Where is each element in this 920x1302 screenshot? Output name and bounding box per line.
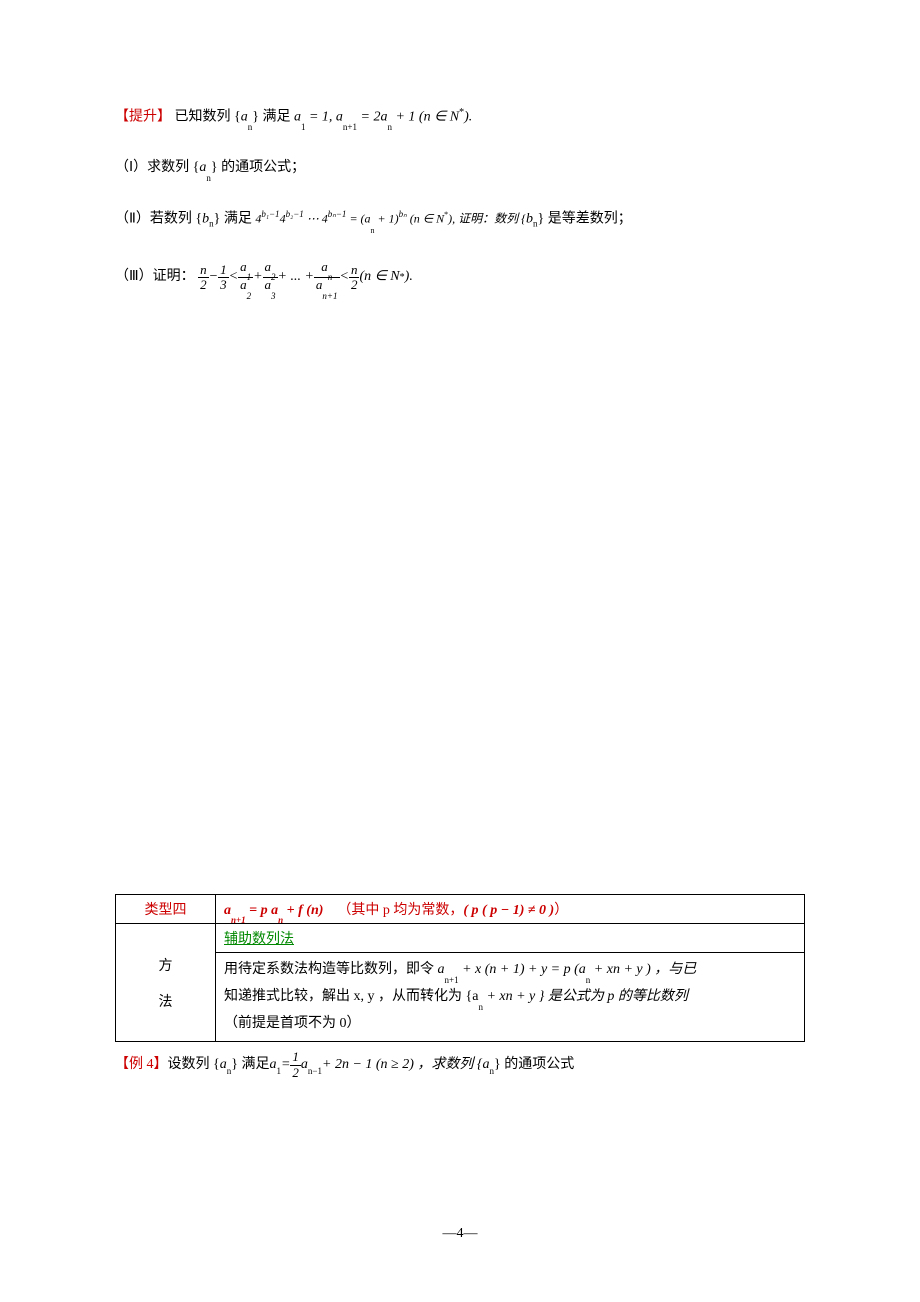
mb-t1: + x (n + 1) + y = p (a	[459, 962, 586, 977]
mb2: 知递推式比较，解出 x, y ，从而转化为 {a	[224, 989, 478, 1004]
mb2-t1: + xn + y } 是公式为 p 的等比数列	[483, 989, 688, 1004]
type-label: 类型四	[145, 903, 187, 918]
cond1-sub: 1	[301, 122, 306, 132]
var-a: a	[241, 110, 248, 125]
p1-sub: n	[206, 173, 211, 183]
type-table: 类型四 an+1 = p an + f (n) （其中 p 均为常数，( p (…	[115, 894, 805, 1043]
mb-s2: n	[586, 975, 591, 985]
formula-cell: an+1 = p an + f (n) （其中 p 均为常数，( p ( p −…	[216, 894, 805, 924]
ex4-a2: a	[301, 1054, 308, 1076]
mb3: （前提是首项不为 0）	[224, 1016, 361, 1031]
frac-anan1: anan+1	[314, 260, 340, 296]
p1-label: （Ⅰ）求数列 {	[115, 160, 199, 175]
intro-text: 已知数列 {	[175, 110, 241, 125]
method-body-cell: 用待定系数法构造等比数列，即令 an+1 + x (n + 1) + y = p…	[216, 953, 805, 1042]
cond2-eq: = 2	[357, 110, 380, 125]
ex4-frac: 12	[290, 1050, 301, 1080]
formula-note: （其中 p 均为常数，	[337, 903, 463, 918]
ex4-tail1: + 2n − 1 (n ≥ 2) ，求数列 {	[322, 1054, 483, 1076]
p3-tail: (n ∈ N	[359, 266, 399, 288]
p1-text: } 的通项公式；	[211, 160, 305, 175]
p2-label: （Ⅱ）若数列 {	[115, 212, 202, 227]
formula-cond: ( p ( p − 1) ≠ 0 )	[463, 903, 554, 918]
p2-e3: bₙ−1	[328, 209, 347, 219]
p2-var2: b	[526, 212, 533, 227]
ex4-s2: n	[490, 1064, 495, 1078]
problem-intro: 【提升】 已知数列 {an} 满足 a1 = 1, an+1 = 2an + 1…	[115, 105, 805, 129]
mb-t2: + xn + y ) ，与已	[590, 962, 696, 977]
part-2: （Ⅱ）若数列 {bn} 满足 4b₁−14b₂−1 ⋯ 4bₙ−1 = (an …	[115, 207, 805, 231]
ex4-label: 【例 4】	[115, 1054, 168, 1076]
part-3: （Ⅲ）证明： n2 − 13 < a1a2 + a2a3 + ... + ana…	[115, 260, 413, 296]
mb-s1: n+1	[445, 975, 459, 985]
p2-eq3: (n ∈ N	[407, 212, 444, 226]
p2-tail: } 是等差数列；	[537, 212, 631, 227]
lt1: <	[229, 266, 238, 288]
p2-e1: b₁−1	[261, 209, 279, 219]
p2-e4: bₙ	[399, 209, 407, 219]
frac-13: 13	[218, 263, 229, 293]
ex4-v2: a	[483, 1054, 490, 1076]
frac-a1a2: a1a2	[238, 260, 253, 296]
type-label-cell: 类型四	[116, 894, 216, 924]
ex4-a1s: 1	[276, 1064, 281, 1078]
p2-eq2: + 1)	[375, 212, 399, 226]
frac-n22: n2	[349, 263, 360, 293]
ex4-a1: a	[269, 1054, 276, 1076]
mb1: 用待定系数法构造等比数列，即令	[224, 962, 438, 977]
plus1: +	[253, 266, 262, 288]
p2-eq4: ), 证明：数列 {	[448, 212, 526, 226]
p3-label: （Ⅲ）证明：	[115, 266, 195, 288]
p3-end: ).	[405, 266, 413, 288]
intro-text2: } 满足	[252, 110, 290, 125]
cond1-eq: = 1,	[305, 110, 335, 125]
p2-dots: ⋯	[304, 212, 322, 226]
p2-text: } 满足	[214, 212, 252, 227]
minus: −	[209, 266, 218, 288]
frac-n2: n2	[198, 263, 209, 293]
p2-e2: b₂−1	[286, 209, 304, 219]
frac-a2a3: a2a3	[263, 260, 278, 296]
cond3-sub: n	[387, 122, 392, 132]
cond3-end: ).	[464, 110, 472, 125]
cond1-a: a	[294, 110, 301, 125]
ex4-v1: a	[220, 1054, 227, 1076]
ex4-a2s: n−1	[308, 1064, 322, 1078]
formula-end: ）	[554, 903, 568, 918]
intro-label: 【提升】	[115, 110, 171, 125]
mb-a1: a	[438, 962, 445, 977]
ex4-t1: 设数列 {	[168, 1054, 220, 1076]
method-title-cell: 辅助数列法	[216, 924, 805, 953]
part-1: （Ⅰ）求数列 {an} 的通项公式；	[115, 157, 805, 179]
formula-text: an+1 = p an + f (n)	[224, 903, 327, 918]
dots: + ... +	[278, 266, 314, 288]
sub-n: n	[248, 122, 253, 132]
example-4: 【例 4】 设数列 {an} 满足 a1 = 12 an−1 + 2n − 1 …	[115, 1050, 574, 1080]
page-number: —4—	[0, 1226, 920, 1242]
method-title: 辅助数列法	[224, 932, 294, 947]
method-label: 方 法	[159, 959, 173, 1010]
cond2-a: a	[336, 110, 343, 125]
p2-eqsub: n	[371, 226, 375, 235]
ex4-t2: } 满足	[231, 1054, 269, 1076]
ex4-tail2: } 的通项公式	[494, 1054, 574, 1076]
cond2-sub: n+1	[343, 122, 357, 132]
ex4-eq1: =	[281, 1054, 290, 1076]
cond3-tail: + 1 (n ∈ N	[392, 110, 459, 125]
p2-eq: = (a	[346, 212, 370, 226]
method-label-cell: 方 法	[116, 924, 216, 1042]
lt2: <	[340, 266, 349, 288]
mb2-s1: n	[478, 1002, 483, 1012]
ex4-s1: n	[227, 1064, 232, 1078]
